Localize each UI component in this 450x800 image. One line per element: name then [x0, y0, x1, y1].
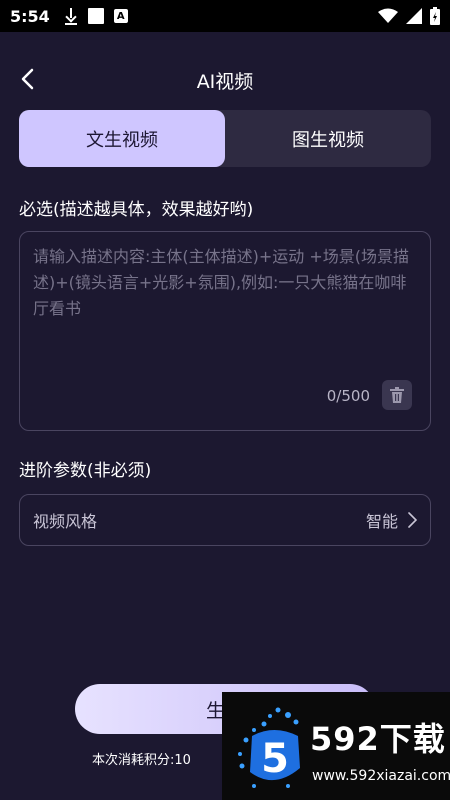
- wifi-icon: [378, 8, 398, 23]
- download-icon: [64, 7, 78, 25]
- prompt-placeholder: 请输入描述内容:主体(主体描述)+运动 +场景(场景描述)+(镜头语言+光影+氛…: [33, 247, 410, 318]
- video-style-selector[interactable]: 视频风格 智能: [19, 494, 431, 546]
- app-notification-icon: [87, 8, 104, 24]
- battery-icon: [430, 7, 440, 25]
- prompt-input[interactable]: 请输入描述内容:主体(主体描述)+运动 +场景(场景描述)+(镜头语言+光影+氛…: [19, 231, 431, 431]
- mode-tabs: 文生视频 图生视频: [19, 110, 431, 167]
- notification-icons: A: [64, 7, 128, 25]
- tab-image-to-video[interactable]: 图生视频: [225, 110, 431, 167]
- advanced-label: 进阶参数(非必须): [19, 461, 152, 481]
- a-badge-icon: A: [113, 9, 128, 23]
- trash-icon: [390, 387, 404, 403]
- video-style-value-group: 智能: [366, 508, 417, 532]
- page-title: AI视频: [196, 70, 254, 93]
- back-button[interactable]: [12, 64, 42, 94]
- watermark-overlay: 5 592下载 www.592xiazai.com: [222, 692, 450, 800]
- video-style-label: 视频风格: [33, 512, 98, 531]
- clear-button[interactable]: [382, 380, 412, 410]
- watermark-url: www.592xiazai.com: [312, 768, 450, 784]
- header: AI视频: [0, 56, 450, 104]
- system-icons: [378, 7, 440, 25]
- signal-icon: [406, 8, 422, 24]
- char-counter: 0/500: [326, 387, 370, 405]
- cost-value: 10: [174, 753, 191, 768]
- chevron-right-icon: [408, 512, 417, 528]
- watermark-logo-icon: 5: [238, 707, 300, 788]
- cost-info: 本次消耗积分:10: [92, 749, 191, 768]
- video-style-value: 智能: [365, 512, 398, 531]
- watermark-logo-digit: 5: [261, 736, 289, 782]
- tab-text-to-video[interactable]: 文生视频: [19, 110, 225, 167]
- status-time: 5:54: [10, 6, 50, 26]
- required-label: 必选(描述越具体，效果越好哟): [19, 200, 254, 220]
- watermark-brand: 592下载: [310, 720, 446, 758]
- cost-label: 本次消耗积分:: [92, 753, 175, 768]
- back-arrow-icon: [21, 68, 34, 90]
- status-bar: 5:54 A: [0, 0, 450, 32]
